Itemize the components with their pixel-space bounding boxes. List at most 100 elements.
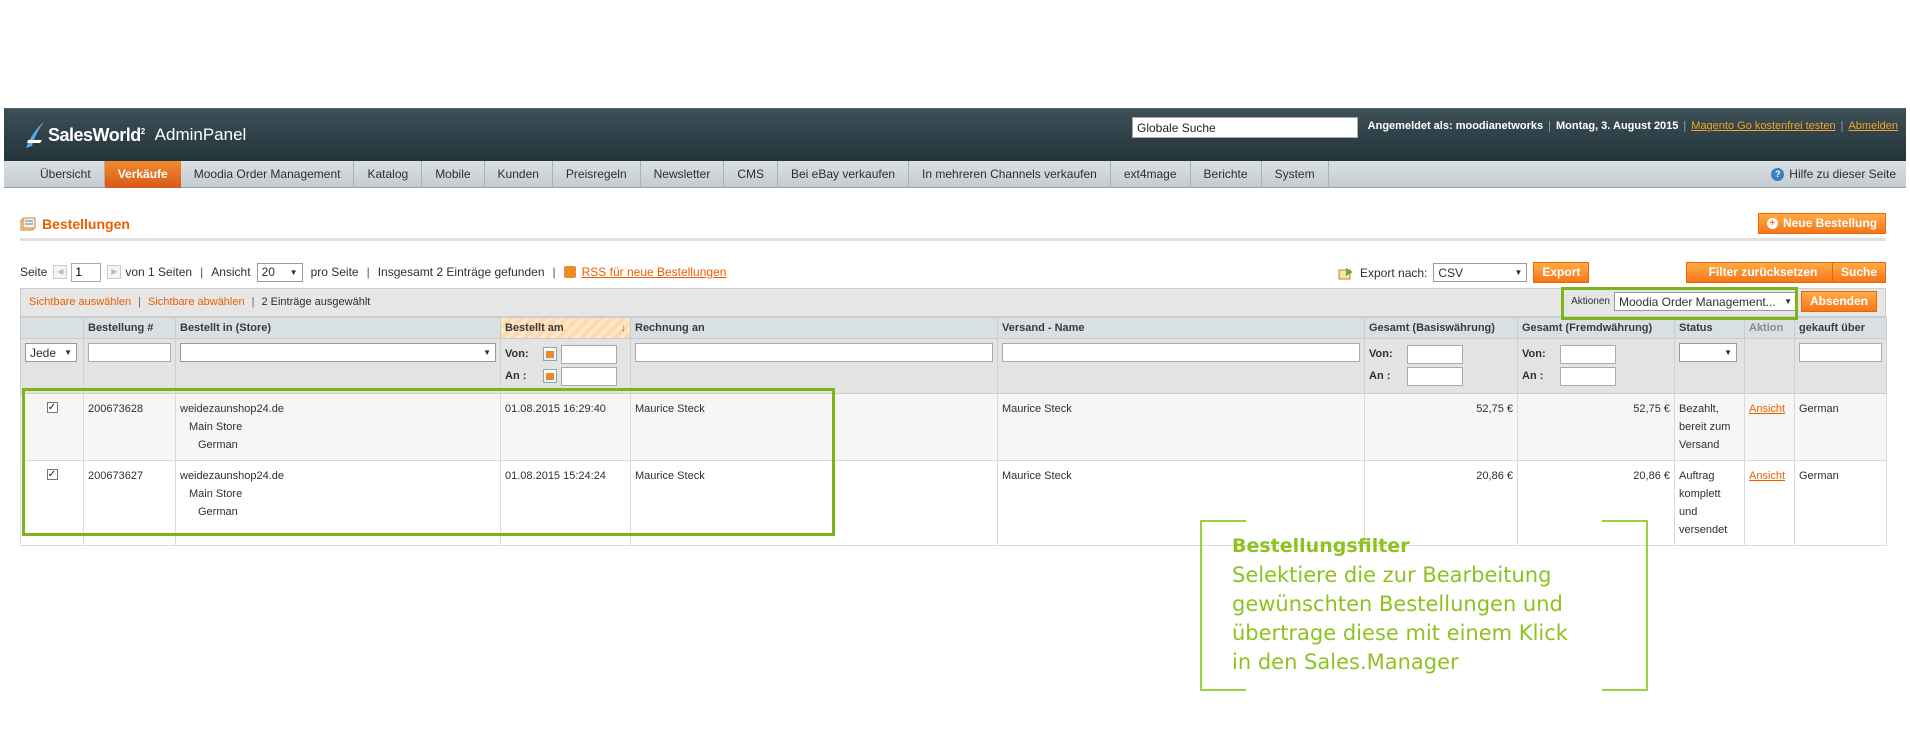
nav-item-mobile[interactable]: Mobile bbox=[422, 161, 485, 188]
filter-store-cell: ▼ bbox=[175, 338, 501, 394]
col-store[interactable]: Bestellt in (Store) bbox=[175, 317, 501, 339]
col-total-base[interactable]: Gesamt (Basiswährung) bbox=[1364, 317, 1518, 339]
col-ordered-at-label: Bestellt am bbox=[505, 322, 564, 334]
deselect-visible-link[interactable]: Sichtbare abwählen bbox=[148, 296, 245, 308]
col-ordered-at[interactable]: Bestellt am ↓ bbox=[500, 317, 631, 339]
view-link[interactable]: Ansicht bbox=[1749, 403, 1785, 415]
per-page-value: 20 bbox=[261, 265, 275, 279]
prev-page-icon[interactable]: ◀ bbox=[53, 265, 68, 279]
filter-row: Jede ▼ ▼ Von: An : Von: An : Von: An : ▼ bbox=[20, 338, 1887, 394]
rss-link[interactable]: RSS für neue Bestellungen bbox=[582, 265, 727, 279]
filter-any-value: Jede bbox=[30, 345, 57, 360]
export-format-select[interactable]: CSV ▼ bbox=[1433, 263, 1528, 282]
filter-to-label: An : bbox=[1369, 370, 1391, 382]
nav-item-channels[interactable]: In mehreren Channels verkaufen bbox=[909, 161, 1111, 188]
col-purchased-via[interactable]: gekauft über bbox=[1794, 317, 1887, 339]
nav-item-sales[interactable]: Verkäufe bbox=[104, 161, 181, 188]
calendar-icon[interactable] bbox=[543, 369, 557, 383]
page-input[interactable] bbox=[71, 262, 102, 282]
submit-button[interactable]: Absenden bbox=[1800, 291, 1877, 312]
filter-action-cell bbox=[1744, 338, 1795, 394]
filter-purchased-cell: Von: An : bbox=[1517, 338, 1675, 394]
actions-select[interactable]: Moodia Order Management... ▼ bbox=[1613, 292, 1797, 311]
filter-status-select[interactable]: ▼ bbox=[1679, 343, 1737, 362]
filter-from-label: Von: bbox=[1522, 348, 1546, 360]
new-order-button[interactable]: + Neue Bestellung bbox=[1757, 213, 1886, 234]
export-label: Export nach: bbox=[1360, 265, 1428, 280]
calendar-icon[interactable] bbox=[543, 347, 557, 361]
mass-actions: Aktionen Moodia Order Management... ▼ Abs… bbox=[1571, 291, 1877, 312]
filter-via-input[interactable] bbox=[1799, 343, 1882, 362]
nav-item-ebay[interactable]: Bei eBay verkaufen bbox=[778, 161, 910, 188]
cell-bill-to: Maurice Steck bbox=[630, 393, 998, 461]
try-magento-link[interactable]: Magento Go kostenfrei testen bbox=[1691, 120, 1835, 132]
nav-item-system[interactable]: System bbox=[1262, 161, 1329, 188]
col-ship-name[interactable]: Versand - Name bbox=[997, 317, 1365, 339]
filter-any-select[interactable]: Jede ▼ bbox=[25, 343, 77, 362]
nav-item-overview[interactable]: Übersicht bbox=[27, 161, 105, 188]
filter-base-to[interactable] bbox=[1407, 366, 1463, 386]
actions-label: Aktionen bbox=[1571, 296, 1610, 307]
col-select[interactable] bbox=[20, 317, 84, 339]
row-checkbox[interactable]: ✓ bbox=[46, 402, 58, 413]
cell-store: weidezaunshop24.de Main Store German bbox=[175, 393, 501, 461]
cell-action: Ansicht bbox=[1744, 393, 1795, 461]
cell-order-number: 200673628 bbox=[83, 393, 176, 461]
view-link[interactable]: Ansicht bbox=[1749, 470, 1785, 482]
orders-grid: Bestellung # Bestellt in (Store) Bestell… bbox=[20, 317, 1887, 546]
store-view: German bbox=[198, 506, 238, 518]
nav-item-reports[interactable]: Berichte bbox=[1191, 161, 1262, 188]
row-checkbox-cell: ✓ bbox=[20, 393, 84, 461]
cell-order-number: 200673627 bbox=[83, 460, 176, 546]
callout: Bestellungsfilter Selektiere die zur Bea… bbox=[1200, 520, 1648, 691]
global-search-input[interactable] bbox=[1132, 117, 1358, 138]
page-head: Bestellungen + Neue Bestellung bbox=[20, 213, 1886, 241]
logo[interactable]: SalesWorld2 AdminPanel bbox=[24, 117, 246, 153]
filter-base-from[interactable] bbox=[1407, 344, 1463, 364]
export-button[interactable]: Export bbox=[1533, 262, 1590, 283]
table-row[interactable]: ✓ 200673628 weidezaunshop24.de Main Store… bbox=[20, 393, 1887, 461]
search-button[interactable]: Suche bbox=[1831, 262, 1886, 283]
help-link[interactable]: ? Hilfe zu dieser Seite bbox=[1771, 161, 1896, 188]
row-checkbox[interactable]: ✓ bbox=[46, 469, 58, 480]
nav-item-catalog[interactable]: Katalog bbox=[354, 161, 423, 188]
filter-date-to[interactable] bbox=[561, 366, 617, 386]
filter-via-cell bbox=[1794, 338, 1887, 394]
reset-filter-button[interactable]: Filter zurücksetzen bbox=[1686, 262, 1840, 283]
help-label: Hilfe zu dieser Seite bbox=[1789, 167, 1896, 181]
chevron-down-icon: ▼ bbox=[289, 267, 298, 277]
filter-purchased-to[interactable] bbox=[1560, 366, 1616, 386]
col-total-purchased[interactable]: Gesamt (Fremdwährung) bbox=[1517, 317, 1675, 339]
page-label: Seite bbox=[20, 265, 48, 279]
row-checkbox-cell: ✓ bbox=[20, 460, 84, 546]
nav-item-newsletter[interactable]: Newsletter bbox=[641, 161, 725, 188]
col-bill-to[interactable]: Rechnung an bbox=[630, 317, 998, 339]
col-status[interactable]: Status bbox=[1674, 317, 1745, 339]
logout-link[interactable]: Abmelden bbox=[1848, 120, 1898, 132]
filter-order-input[interactable] bbox=[88, 343, 171, 362]
total-records: Insgesamt 2 Einträge gefunden bbox=[377, 265, 545, 279]
cell-ship-name: Maurice Steck bbox=[997, 393, 1365, 461]
filter-date-from[interactable] bbox=[561, 344, 617, 364]
store-view: German bbox=[198, 439, 238, 451]
cell-purchased-via: German bbox=[1794, 460, 1887, 546]
chevron-down-icon: ▼ bbox=[1514, 268, 1523, 277]
filter-ship-cell bbox=[997, 338, 1365, 394]
actions-select-value: Moodia Order Management... bbox=[1618, 294, 1776, 309]
filter-purchased-from[interactable] bbox=[1560, 344, 1616, 364]
callout-title: Bestellungsfilter bbox=[1232, 535, 1410, 557]
nav-item-ext4mage[interactable]: ext4mage bbox=[1111, 161, 1191, 188]
nav-item-cms[interactable]: CMS bbox=[724, 161, 778, 188]
nav-item-promotions[interactable]: Preisregeln bbox=[553, 161, 641, 188]
next-page-icon[interactable]: ▶ bbox=[107, 265, 122, 279]
export-icon bbox=[1338, 267, 1353, 279]
nav-item-customers[interactable]: Kunden bbox=[485, 161, 553, 188]
per-page-select[interactable]: 20 ▼ bbox=[256, 262, 303, 282]
filter-store-select[interactable]: ▼ bbox=[180, 343, 496, 362]
filter-ship-input[interactable] bbox=[1002, 343, 1360, 362]
select-visible-link[interactable]: Sichtbare auswählen bbox=[29, 296, 131, 308]
nav-item-moodia[interactable]: Moodia Order Management bbox=[181, 161, 355, 188]
filter-select-cell: Jede ▼ bbox=[20, 338, 84, 394]
col-order-number[interactable]: Bestellung # bbox=[83, 317, 176, 339]
filter-bill-input[interactable] bbox=[635, 343, 993, 362]
